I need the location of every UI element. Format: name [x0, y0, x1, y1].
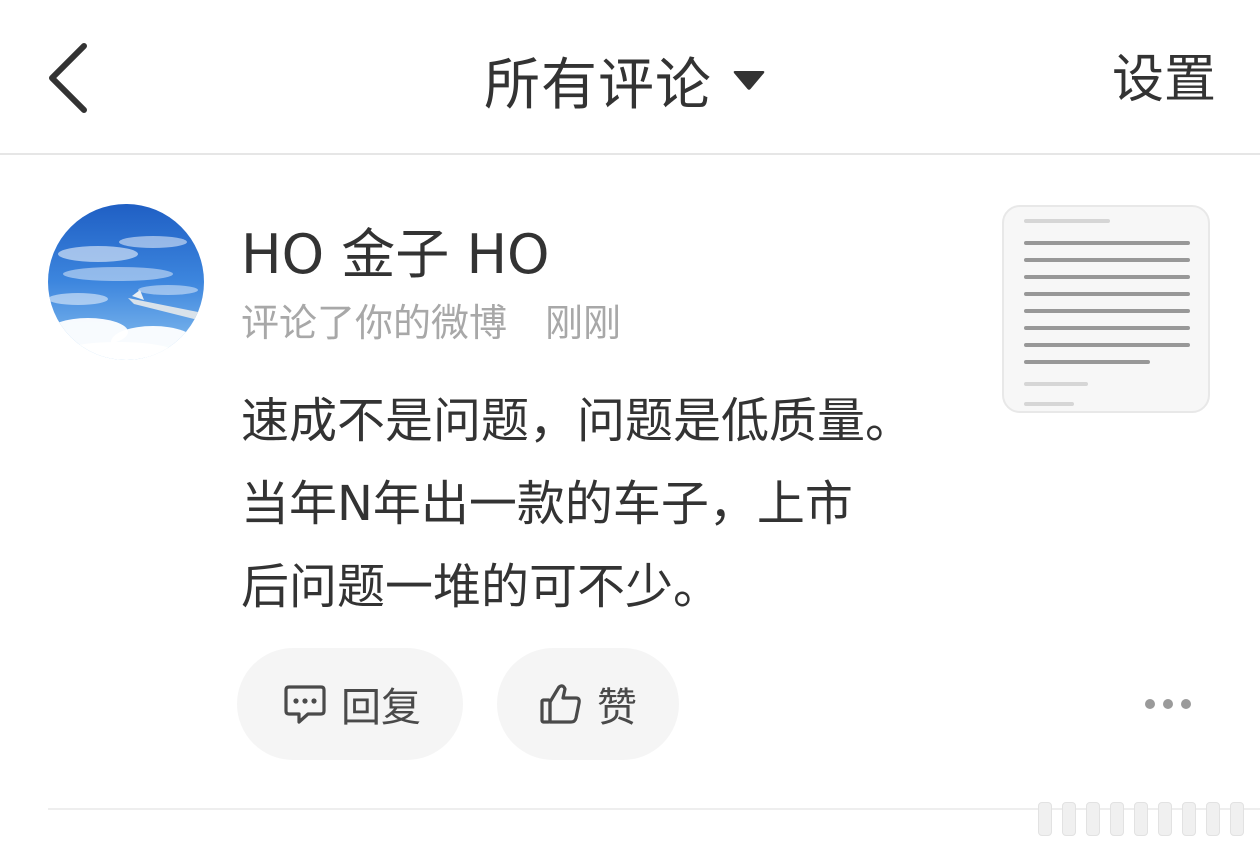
action-text: 评论了你的微博 — [241, 301, 508, 345]
comment-filter-dropdown[interactable]: 所有评论 — [484, 42, 766, 118]
comment-line: 速成不是问题，问题是低质量。 — [241, 393, 914, 449]
comment-meta: 评论了你的微博 刚刚 — [241, 292, 621, 347]
commenter-username[interactable]: HO 金子 HO — [241, 210, 550, 289]
more-dots-icon[interactable] — [1140, 690, 1196, 718]
watermark — [1030, 800, 1260, 840]
caret-down-icon — [733, 71, 765, 90]
thumbs-up-icon — [540, 684, 581, 724]
reply-label: 回复 — [341, 685, 421, 731]
avatar-sky-image — [48, 204, 204, 360]
comment-line: 后问题一堆的可不少。 — [241, 559, 722, 615]
page-title: 所有评论 — [484, 52, 712, 118]
avatar[interactable] — [48, 204, 204, 360]
weibo-post-thumbnail[interactable] — [1002, 205, 1210, 413]
comment-bubble-icon — [284, 685, 326, 724]
reply-button[interactable]: 回复 — [237, 648, 463, 760]
timestamp: 刚刚 — [545, 301, 622, 345]
top-bar: 所有评论 设置 — [0, 0, 1260, 155]
like-button[interactable]: 赞 — [497, 648, 679, 760]
chevron-left-icon — [49, 43, 87, 113]
like-label: 赞 — [597, 685, 637, 731]
back-button[interactable] — [40, 40, 100, 116]
comment-text: 速成不是问题，问题是低质量。 当年N年出一款的车子，上市 后问题一堆的可不少。 — [241, 380, 961, 629]
comment-line: 当年N年出一款的车子，上市 — [241, 476, 853, 532]
settings-button[interactable]: 设置 — [1112, 42, 1216, 118]
